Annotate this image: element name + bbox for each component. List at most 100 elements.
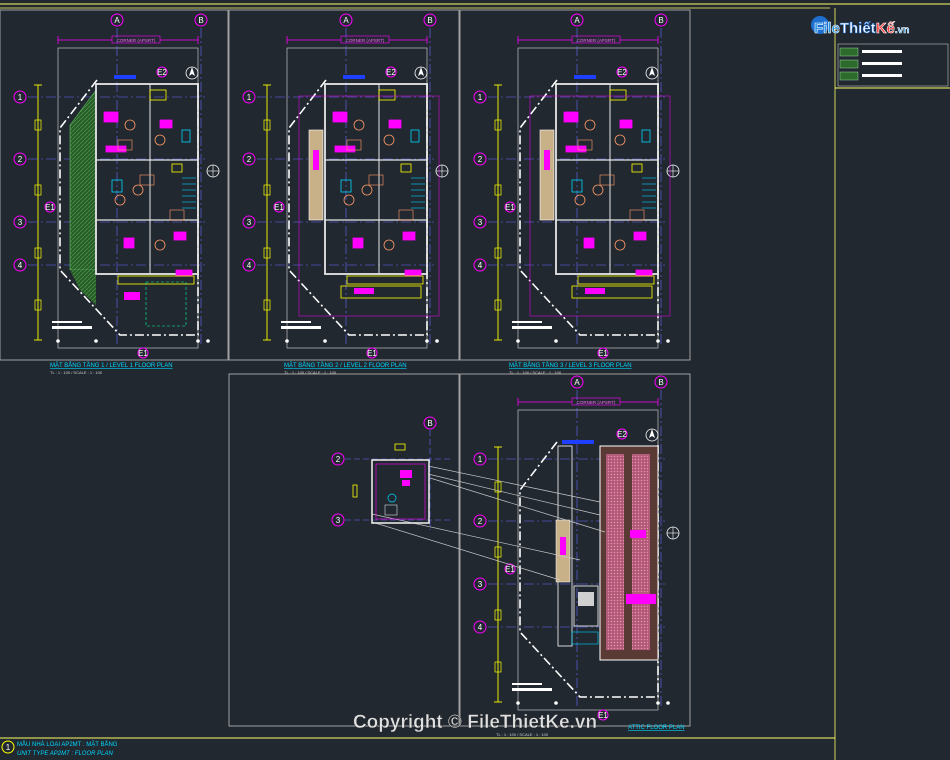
grid-bubble-row-3: 3 [473,215,487,229]
bottom-marker-label: E1 [598,349,608,358]
top-marker: E2 [616,428,628,440]
grid-bubble-a-label: A [574,378,580,387]
sheet-title-en: UNIT TYPE AP2MT : FLOOR PLAN [17,751,113,757]
plan-title-level-1: MẶT BẰNG TẦNG 1 / LEVEL 1 FLOOR PLAN [50,361,173,369]
grid-bubble-row-2-label: 2 [478,517,483,526]
plan-scale-level-1: TL : 1 : 100 / SCALE : 1 : 100 [50,370,103,375]
grid-bubble-b-label: B [198,16,203,25]
grid-bubble-row-1: 1 [473,90,487,104]
dimension-tag: CORNER (APSRT) [346,38,385,43]
top-marker-label: E2 [386,68,396,77]
plan-title-attic: ATTIC FLOOR PLAN [628,725,685,731]
grid-bubble-b: B [194,13,208,27]
small-plan-row-2: 2 [331,452,345,466]
grid-bubble-row-1-label: 1 [18,93,23,102]
grid-bubble-row-2: 2 [242,152,256,166]
grid-bubble-row-2: 2 [473,152,487,166]
filethietke-logo: FileThiếtKế.vn [811,16,910,37]
grid-bubble-row-4-label: 4 [18,261,23,270]
grid-bubble-row-4: 4 [242,258,256,272]
grid-bubble-row-4: 4 [473,258,487,272]
grid-bubble-row-3: 3 [242,215,256,229]
small-plan-col-b-label: B [427,419,432,428]
logo-part-ke: Kế [876,20,896,37]
bottom-marker: E1 [597,709,609,721]
plan-title-level-2: MẶT BẰNG TẦNG 2 / LEVEL 2 FLOOR PLAN [284,361,407,369]
top-marker: E2 [156,66,168,78]
sheet-border [0,3,950,760]
top-marker-label: E2 [617,430,627,439]
dimension-tag: CORNER (APSRT) [577,38,616,43]
grid-bubble-b-label: B [427,16,432,25]
grid-bubble-a: A [570,375,584,389]
grid-bubble-row-1: 1 [242,90,256,104]
grid-bubble-a-label: A [114,16,120,25]
floor-plan-1: A B CORNER (APSRT) 1 2 3 4 E1 E1 E2 [13,13,220,359]
top-marker-label: E2 [157,68,167,77]
side-marker: E1 [44,201,56,213]
grid-bubble-row-1: 1 [473,452,487,466]
grid-bubble-row-2-label: 2 [18,155,23,164]
grid-bubble-a: A [110,13,124,27]
dimension-tag: CORNER (APSRT) [117,38,156,43]
logo-part-vn: .vn [895,25,909,36]
grid-bubble-row-3: 3 [13,215,27,229]
grid-bubble-row-4-label: 4 [478,623,483,632]
dimension-tag: CORNER (APSRT) [577,400,616,405]
bottom-marker: E1 [137,347,149,359]
grid-bubble-row-2: 2 [13,152,27,166]
top-marker-label: E2 [617,68,627,77]
small-plan-row-3: 3 [331,513,345,527]
grid-bubble-row-2: 2 [473,514,487,528]
cad-drawing-canvas: A B CORNER (APSRT) 1 2 3 4 E1 E1 E2 A B CORNER (APSR… [0,3,950,760]
bottom-marker: E1 [597,347,609,359]
grid-bubble-row-4: 4 [473,620,487,634]
grid-bubble-row-4: 4 [13,258,27,272]
grid-bubble-row-1-label: 1 [478,455,483,464]
bottom-marker: E1 [366,347,378,359]
plan-scale-level-3: TL : 1 : 100 / SCALE : 1 : 100 [509,370,562,375]
grid-bubble-b: B [423,13,437,27]
floor-plan-3: A B CORNER (APSRT) 1 2 3 4 E1 E1 E2 [473,13,680,359]
plan-titles: MẶT BẰNG TẦNG 1 / LEVEL 1 FLOOR PLAN TL … [50,361,685,737]
plan-scale-level-2: TL : 1 : 100 / SCALE : 1 : 100 [284,370,337,375]
plan-title-level-3: MẶT BẰNG TẦNG 3 / LEVEL 3 FLOOR PLAN [509,361,632,369]
grid-bubble-row-2-label: 2 [247,155,252,164]
sheet-title: 1 MẪU NHÀ LOẠI AP2MT : MẶT BẰNG UNIT TYP… [1,740,118,757]
grid-bubble-b: B [654,375,668,389]
copyright-watermark: Copyright © FileThietKe.vn [353,712,597,733]
sheet-number: 1 [6,743,11,752]
small-plan-col-b: B [423,416,437,430]
roof-stair-plan [345,430,450,530]
title-legend-block [837,43,949,87]
logo-part-thiet: Thiết [840,20,876,37]
side-marker: E1 [504,201,516,213]
grid-bubble-b-label: B [658,16,663,25]
grid-bubble-row-3-label: 3 [18,218,23,227]
grid-bubble-row-3: 3 [473,577,487,591]
side-marker: E1 [273,201,285,213]
grid-bubble-row-3-label: 3 [478,580,483,589]
sheet-title-vi: MẪU NHÀ LOẠI AP2MT : MẶT BẰNG [17,740,118,748]
bottom-marker-label: E1 [598,711,608,720]
side-marker-label: E1 [505,203,515,212]
grid-bubble-a-label: A [574,16,580,25]
grid-bubble-row-4-label: 4 [247,261,252,270]
small-plan-row-2-label: 2 [336,455,341,464]
side-marker-label: E1 [45,203,55,212]
side-marker-label: E1 [274,203,284,212]
grid-bubble-row-3-label: 3 [247,218,252,227]
bottom-marker-label: E1 [138,349,148,358]
grid-bubble-b: B [654,13,668,27]
grid-bubble-row-1-label: 1 [247,93,252,102]
top-marker: E2 [616,66,628,78]
bottom-marker-label: E1 [367,349,377,358]
grid-bubble-b-label: B [658,378,663,387]
floor-plan-4: A B CORNER (APSRT) 1 2 3 4 E1 E1 E2 [473,375,680,721]
side-marker-label: E1 [505,565,515,574]
grid-bubble-a: A [570,13,584,27]
grid-bubble-row-2-label: 2 [478,155,483,164]
grid-bubble-row-3-label: 3 [478,218,483,227]
top-marker: E2 [385,66,397,78]
grid-bubble-row-4-label: 4 [478,261,483,270]
